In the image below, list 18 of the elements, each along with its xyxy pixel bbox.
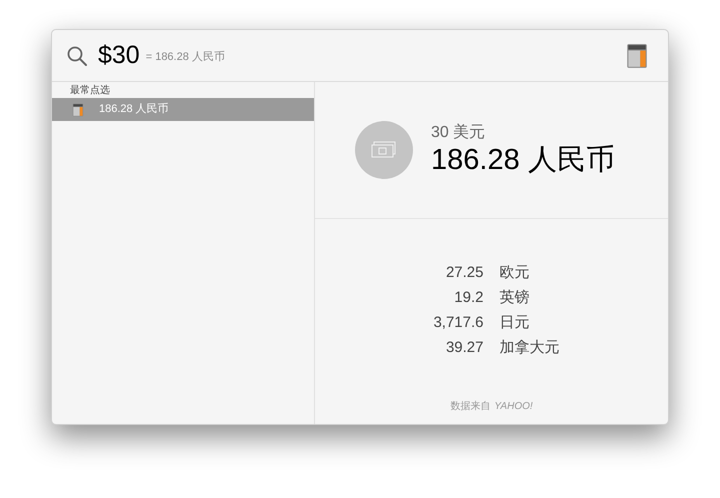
- data-source-label: 数据来自: [450, 400, 490, 414]
- conversion-amount: 39.27: [444, 338, 484, 358]
- section-header: 最常点选: [69, 84, 111, 98]
- currency-name: 日元: [500, 313, 530, 333]
- currency-name: 英镑: [500, 288, 530, 308]
- yahoo-logo: YAHOO!: [494, 400, 533, 414]
- source-amount: 30 美元: [431, 123, 486, 143]
- calculator-icon: [72, 102, 84, 116]
- conversion-amount: 19.2: [453, 288, 484, 308]
- search-input[interactable]: $30: [98, 43, 140, 68]
- currency-name: 欧元: [500, 263, 530, 283]
- search-hint: = 186.28 人民币: [146, 50, 225, 66]
- search-icon: [66, 44, 88, 66]
- converted-amount: 186.28 人民币: [431, 143, 615, 177]
- currency-name: 加拿大元: [500, 338, 560, 358]
- calculator-icon: [626, 42, 648, 68]
- conversion-amount: 27.25: [444, 263, 484, 283]
- conversion-amount: 3,717.6: [432, 313, 484, 333]
